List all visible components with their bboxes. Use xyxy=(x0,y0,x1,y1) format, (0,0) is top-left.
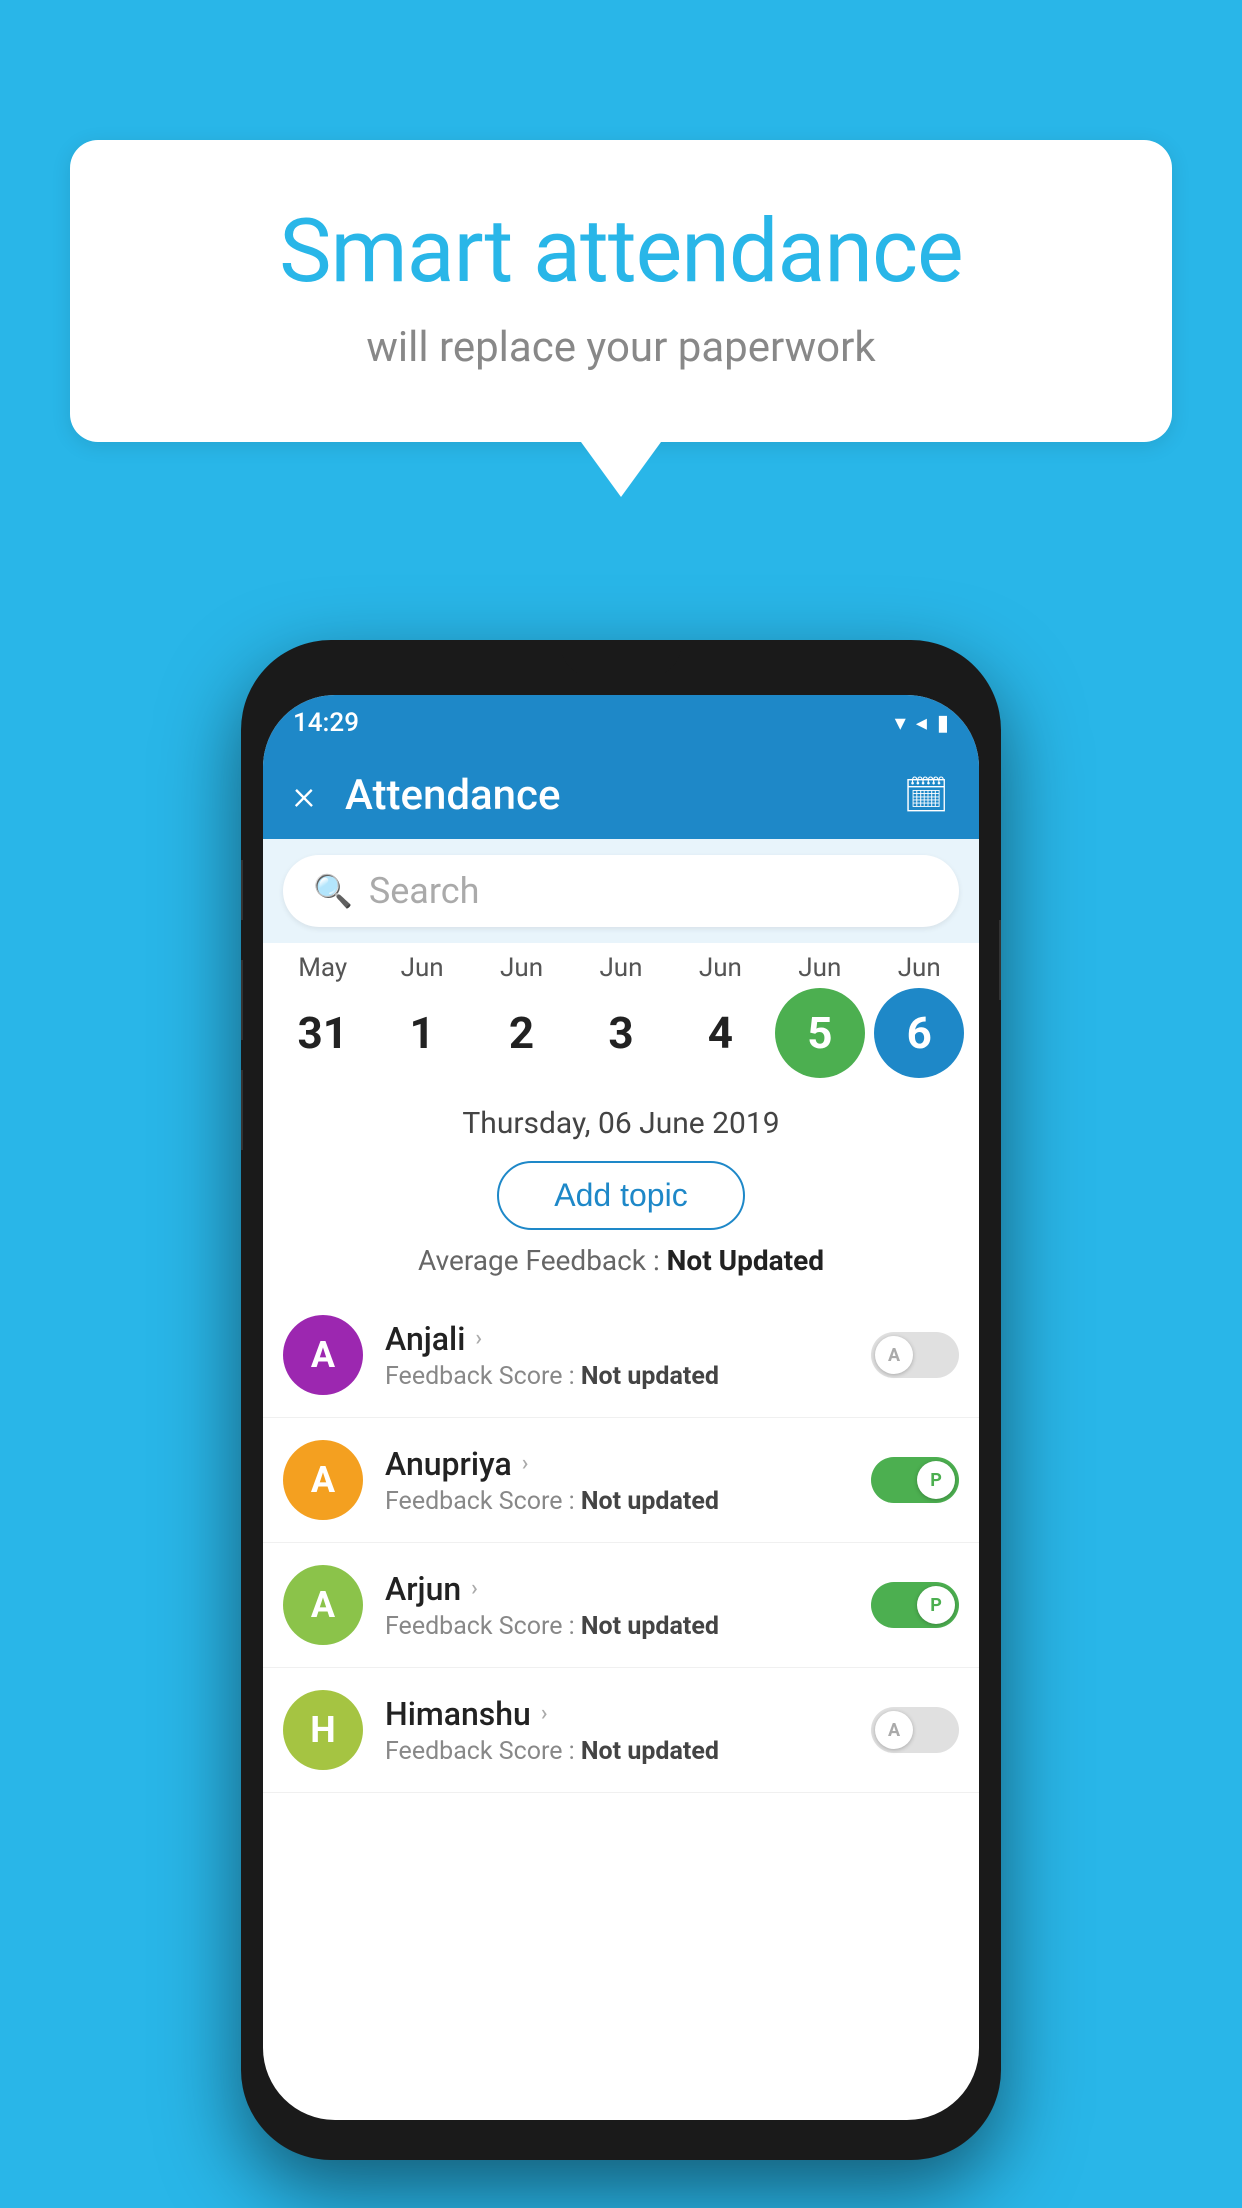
calendar-date-cell[interactable]: 31 xyxy=(278,988,368,1078)
student-name: Himanshu › xyxy=(385,1695,871,1733)
selected-date-label: Thursday, 06 June 2019 xyxy=(263,1088,979,1153)
search-bar[interactable]: 🔍 Search xyxy=(283,855,959,927)
calendar-date-cell[interactable]: 3 xyxy=(576,988,666,1078)
bubble-arrow xyxy=(581,442,661,497)
calendar-date-cell[interactable]: 2 xyxy=(477,988,567,1078)
student-item[interactable]: H Himanshu › Feedback Score : Not updatedA xyxy=(263,1668,979,1793)
student-name: Anupriya › xyxy=(385,1445,871,1483)
calendar-month-label: Jun xyxy=(874,953,964,983)
battery-icon: ▮ xyxy=(937,711,949,736)
avg-feedback-value: Not Updated xyxy=(667,1244,824,1277)
student-feedback: Feedback Score : Not updated xyxy=(385,1362,871,1391)
status-bar: 14:29 ▾ ◂ ▮ xyxy=(263,695,979,751)
student-feedback: Feedback Score : Not updated xyxy=(385,1487,871,1516)
calendar-strip: May Jun Jun Jun Jun Jun Jun 31123456 xyxy=(263,943,979,1088)
avg-feedback-text: Average Feedback : xyxy=(418,1244,667,1277)
phone-body: 14:29 ▾ ◂ ▮ × Attendance 🗓 🔍 Search xyxy=(241,640,1001,2160)
calendar-month-label: May xyxy=(278,953,368,983)
attendance-toggle-wrapper[interactable]: A xyxy=(871,1332,959,1378)
search-placeholder: Search xyxy=(369,870,480,912)
toggle-knob: P xyxy=(917,1586,955,1624)
student-item[interactable]: AAnjali ›Feedback Score : Not updatedA xyxy=(263,1293,979,1418)
chevron-right-icon: › xyxy=(541,1701,548,1726)
student-name: Anjali › xyxy=(385,1320,871,1358)
toggle-knob: A xyxy=(875,1336,913,1374)
attendance-toggle-wrapper[interactable]: A xyxy=(871,1707,959,1753)
attendance-toggle[interactable]: P xyxy=(871,1457,959,1503)
calendar-icon[interactable]: 🗓 xyxy=(903,774,949,816)
student-avatar: A xyxy=(283,1565,363,1645)
calendar-dates-row: 31123456 xyxy=(263,988,979,1078)
attendance-toggle-wrapper[interactable]: P xyxy=(871,1457,959,1503)
close-button[interactable]: × xyxy=(293,771,315,820)
app-header: × Attendance 🗓 xyxy=(263,751,979,839)
toggle-knob: P xyxy=(917,1461,955,1499)
calendar-date-cell[interactable]: 5 xyxy=(775,988,865,1078)
calendar-date-cell[interactable]: 1 xyxy=(377,988,467,1078)
search-container: 🔍 Search xyxy=(263,839,979,943)
silent-button xyxy=(241,1070,243,1150)
add-topic-button[interactable]: Add topic xyxy=(497,1161,744,1230)
chevron-right-icon: › xyxy=(475,1326,482,1351)
status-time: 14:29 xyxy=(293,708,359,738)
attendance-toggle[interactable]: A xyxy=(871,1707,959,1753)
toggle-knob: A xyxy=(875,1711,913,1749)
student-info: Anupriya › Feedback Score : Not updated xyxy=(385,1445,871,1516)
calendar-month-label: Jun xyxy=(477,953,567,983)
power-button xyxy=(999,920,1001,1000)
student-name: Arjun › xyxy=(385,1570,871,1608)
student-avatar: A xyxy=(283,1440,363,1520)
calendar-month-label: Jun xyxy=(775,953,865,983)
volume-down-button xyxy=(241,960,243,1040)
student-info: Himanshu › Feedback Score : Not updated xyxy=(385,1695,871,1766)
student-list: AAnjali ›Feedback Score : Not updatedAAA… xyxy=(263,1293,979,1793)
wifi-icon: ▾ xyxy=(895,711,906,736)
speech-bubble: Smart attendance will replace your paper… xyxy=(70,140,1172,442)
phone-mockup: 14:29 ▾ ◂ ▮ × Attendance 🗓 🔍 Search xyxy=(241,640,1001,2160)
avg-feedback-label: Average Feedback : Not Updated xyxy=(263,1244,979,1293)
status-icons: ▾ ◂ ▮ xyxy=(895,711,949,736)
calendar-month-label: Jun xyxy=(576,953,666,983)
search-icon: 🔍 xyxy=(313,872,353,910)
calendar-date-cell[interactable]: 4 xyxy=(675,988,765,1078)
calendar-date-cell[interactable]: 6 xyxy=(874,988,964,1078)
signal-icon: ◂ xyxy=(916,711,927,736)
calendar-month-label: Jun xyxy=(377,953,467,983)
calendar-months-row: May Jun Jun Jun Jun Jun Jun xyxy=(263,953,979,983)
student-info: Anjali › Feedback Score : Not updated xyxy=(385,1320,871,1391)
phone-notch xyxy=(561,640,681,676)
student-feedback: Feedback Score : Not updated xyxy=(385,1737,871,1766)
chevron-right-icon: › xyxy=(471,1576,478,1601)
student-item[interactable]: A Anupriya › Feedback Score : Not updated P xyxy=(263,1418,979,1543)
volume-up-button xyxy=(241,860,243,920)
add-topic-container: Add topic xyxy=(263,1153,979,1244)
student-info: Arjun › Feedback Score : Not updated xyxy=(385,1570,871,1641)
app-title: Attendance xyxy=(345,771,903,820)
attendance-toggle[interactable]: A xyxy=(871,1332,959,1378)
bubble-title: Smart attendance xyxy=(150,200,1092,303)
student-item[interactable]: A Arjun › Feedback Score : Not updated P xyxy=(263,1543,979,1668)
student-avatar: A xyxy=(283,1315,363,1395)
calendar-month-label: Jun xyxy=(675,953,765,983)
student-feedback: Feedback Score : Not updated xyxy=(385,1612,871,1641)
attendance-toggle-wrapper[interactable]: P xyxy=(871,1582,959,1628)
speech-bubble-section: Smart attendance will replace your paper… xyxy=(70,140,1172,497)
chevron-right-icon: › xyxy=(522,1451,529,1476)
bubble-subtitle: will replace your paperwork xyxy=(150,323,1092,372)
attendance-toggle[interactable]: P xyxy=(871,1582,959,1628)
phone-screen: 14:29 ▾ ◂ ▮ × Attendance 🗓 🔍 Search xyxy=(263,695,979,2120)
student-avatar: H xyxy=(283,1690,363,1770)
